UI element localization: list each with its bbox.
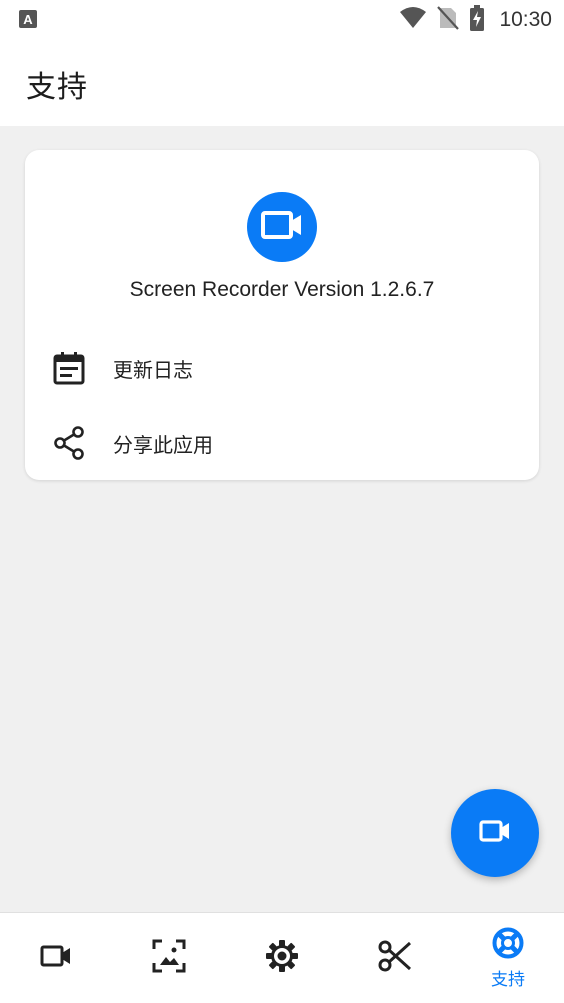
app-logo: [247, 192, 317, 262]
video-camera-icon: [479, 820, 511, 846]
page-title: 支持: [26, 70, 88, 105]
video-camera-icon: [40, 944, 72, 972]
gallery-icon: [152, 939, 186, 977]
share-row[interactable]: 分享此应用: [25, 408, 539, 478]
about-card: Screen Recorder Version 1.2.6.7 更新日志 分享此…: [25, 150, 539, 480]
nav-item-support[interactable]: 支持: [452, 913, 564, 1003]
app-bar: 支持: [0, 40, 564, 126]
a-icon: A: [18, 9, 38, 33]
video-camera-icon: [261, 210, 303, 244]
bottom-navigation: 支持: [0, 912, 564, 1003]
nav-item-gallery[interactable]: [113, 913, 225, 1003]
nav-item-settings[interactable]: [226, 913, 338, 1003]
share-icon: [49, 423, 89, 463]
changelog-icon: [49, 348, 89, 388]
changelog-label: 更新日志: [113, 357, 193, 382]
nav-item-editor[interactable]: [339, 913, 451, 1003]
nav-label-support: 支持: [491, 969, 525, 990]
changelog-row[interactable]: 更新日志: [25, 333, 539, 403]
status-clock: 10:30: [499, 8, 552, 31]
nav-item-record[interactable]: [0, 913, 112, 1003]
share-label: 分享此应用: [113, 432, 213, 457]
svg-text:A: A: [23, 12, 33, 27]
battery-charging-icon: [469, 5, 485, 35]
scissors-icon: [378, 939, 412, 977]
no-sim-icon: [437, 6, 460, 34]
record-fab-button[interactable]: [451, 789, 539, 877]
settings-gear-icon: [265, 939, 299, 977]
wifi-icon: [399, 6, 427, 34]
status-bar: A 10:30: [0, 0, 564, 40]
version-text: Screen Recorder Version 1.2.6.7: [129, 278, 435, 301]
support-lifebuoy-icon: [492, 927, 524, 963]
